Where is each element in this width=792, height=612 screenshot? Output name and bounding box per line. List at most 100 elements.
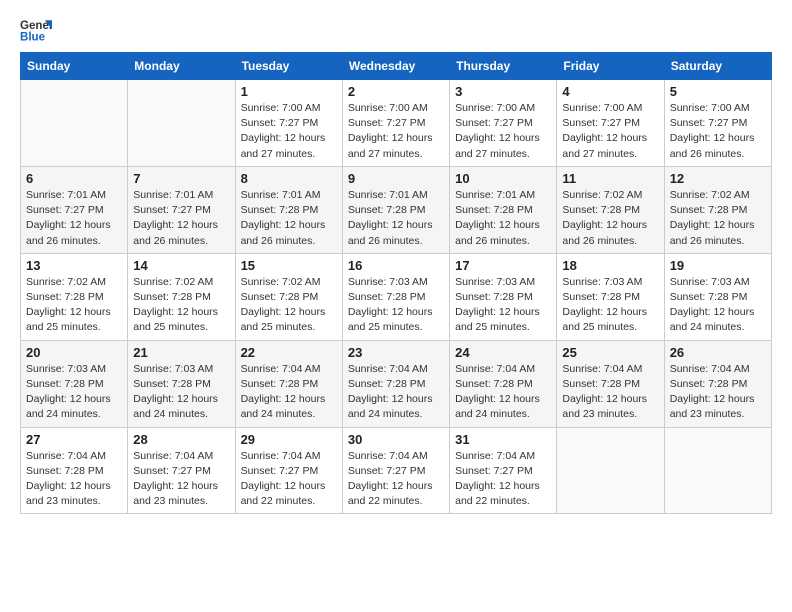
calendar-cell: 21 Sunrise: 7:03 AM Sunset: 7:28 PM Dayli… <box>128 340 235 427</box>
calendar-cell: 17 Sunrise: 7:03 AM Sunset: 7:28 PM Dayli… <box>450 253 557 340</box>
day-number: 22 <box>241 345 337 360</box>
day-info: Sunrise: 7:03 AM Sunset: 7:28 PM Dayligh… <box>562 275 658 336</box>
day-info: Sunrise: 7:04 AM Sunset: 7:27 PM Dayligh… <box>348 449 444 510</box>
logo-icon: General Blue <box>20 16 52 44</box>
calendar-cell: 22 Sunrise: 7:04 AM Sunset: 7:28 PM Dayli… <box>235 340 342 427</box>
day-info: Sunrise: 7:02 AM Sunset: 7:28 PM Dayligh… <box>241 275 337 336</box>
calendar-cell <box>21 80 128 167</box>
day-info: Sunrise: 7:03 AM Sunset: 7:28 PM Dayligh… <box>133 362 229 423</box>
day-info: Sunrise: 7:00 AM Sunset: 7:27 PM Dayligh… <box>348 101 444 162</box>
day-info: Sunrise: 7:04 AM Sunset: 7:28 PM Dayligh… <box>348 362 444 423</box>
day-info: Sunrise: 7:01 AM Sunset: 7:28 PM Dayligh… <box>241 188 337 249</box>
calendar-header-tuesday: Tuesday <box>235 53 342 80</box>
day-number: 25 <box>562 345 658 360</box>
day-number: 30 <box>348 432 444 447</box>
calendar-header-sunday: Sunday <box>21 53 128 80</box>
calendar-cell <box>128 80 235 167</box>
day-number: 21 <box>133 345 229 360</box>
day-number: 7 <box>133 171 229 186</box>
day-info: Sunrise: 7:04 AM Sunset: 7:28 PM Dayligh… <box>562 362 658 423</box>
calendar-cell: 2 Sunrise: 7:00 AM Sunset: 7:27 PM Daylig… <box>342 80 449 167</box>
day-info: Sunrise: 7:03 AM Sunset: 7:28 PM Dayligh… <box>670 275 766 336</box>
calendar-cell: 4 Sunrise: 7:00 AM Sunset: 7:27 PM Daylig… <box>557 80 664 167</box>
day-number: 8 <box>241 171 337 186</box>
day-info: Sunrise: 7:02 AM Sunset: 7:28 PM Dayligh… <box>26 275 122 336</box>
day-info: Sunrise: 7:02 AM Sunset: 7:28 PM Dayligh… <box>562 188 658 249</box>
calendar-cell <box>664 427 771 514</box>
day-number: 5 <box>670 84 766 99</box>
day-number: 20 <box>26 345 122 360</box>
calendar-cell: 25 Sunrise: 7:04 AM Sunset: 7:28 PM Dayli… <box>557 340 664 427</box>
calendar-cell: 28 Sunrise: 7:04 AM Sunset: 7:27 PM Dayli… <box>128 427 235 514</box>
calendar-cell: 3Sunrise: 7:00 AM Sunset: 7:27 PM Daylig… <box>450 80 557 167</box>
calendar-cell: 31 Sunrise: 7:04 AM Sunset: 7:27 PM Dayli… <box>450 427 557 514</box>
day-info: Sunrise: 7:02 AM Sunset: 7:28 PM Dayligh… <box>670 188 766 249</box>
calendar-cell: 30 Sunrise: 7:04 AM Sunset: 7:27 PM Dayli… <box>342 427 449 514</box>
calendar-cell: 18Sunrise: 7:03 AM Sunset: 7:28 PM Dayli… <box>557 253 664 340</box>
calendar-header-row: SundayMondayTuesdayWednesdayThursdayFrid… <box>21 53 772 80</box>
day-info: Sunrise: 7:04 AM Sunset: 7:28 PM Dayligh… <box>455 362 551 423</box>
day-info: Sunrise: 7:02 AM Sunset: 7:28 PM Dayligh… <box>133 275 229 336</box>
day-number: 16 <box>348 258 444 273</box>
day-info: Sunrise: 7:03 AM Sunset: 7:28 PM Dayligh… <box>455 275 551 336</box>
day-number: 29 <box>241 432 337 447</box>
calendar-week-row: 1 Sunrise: 7:00 AM Sunset: 7:27 PM Daylig… <box>21 80 772 167</box>
calendar-cell: 26 Sunrise: 7:04 AM Sunset: 7:28 PM Dayli… <box>664 340 771 427</box>
calendar-cell: 23Sunrise: 7:04 AM Sunset: 7:28 PM Dayli… <box>342 340 449 427</box>
calendar-cell: 7Sunrise: 7:01 AM Sunset: 7:27 PM Daylig… <box>128 166 235 253</box>
day-number: 1 <box>241 84 337 99</box>
day-number: 14 <box>133 258 229 273</box>
day-number: 17 <box>455 258 551 273</box>
day-number: 28 <box>133 432 229 447</box>
logo: General Blue <box>20 16 52 44</box>
calendar-week-row: 6 Sunrise: 7:01 AM Sunset: 7:27 PM Daylig… <box>21 166 772 253</box>
calendar-cell: 9 Sunrise: 7:01 AM Sunset: 7:28 PM Daylig… <box>342 166 449 253</box>
calendar-week-row: 13 Sunrise: 7:02 AM Sunset: 7:28 PM Dayli… <box>21 253 772 340</box>
calendar-header-friday: Friday <box>557 53 664 80</box>
day-info: Sunrise: 7:00 AM Sunset: 7:27 PM Dayligh… <box>562 101 658 162</box>
calendar-cell: 19 Sunrise: 7:03 AM Sunset: 7:28 PM Dayli… <box>664 253 771 340</box>
day-number: 12 <box>670 171 766 186</box>
day-number: 4 <box>562 84 658 99</box>
day-info: Sunrise: 7:04 AM Sunset: 7:27 PM Dayligh… <box>133 449 229 510</box>
page-header: General Blue <box>20 16 772 44</box>
calendar-header-wednesday: Wednesday <box>342 53 449 80</box>
day-info: Sunrise: 7:01 AM Sunset: 7:27 PM Dayligh… <box>26 188 122 249</box>
day-number: 13 <box>26 258 122 273</box>
day-number: 24 <box>455 345 551 360</box>
calendar-cell: 13 Sunrise: 7:02 AM Sunset: 7:28 PM Dayli… <box>21 253 128 340</box>
day-info: Sunrise: 7:04 AM Sunset: 7:28 PM Dayligh… <box>670 362 766 423</box>
day-number: 10 <box>455 171 551 186</box>
calendar-cell: 14 Sunrise: 7:02 AM Sunset: 7:28 PM Dayli… <box>128 253 235 340</box>
calendar-cell: 6 Sunrise: 7:01 AM Sunset: 7:27 PM Daylig… <box>21 166 128 253</box>
calendar-week-row: 20 Sunrise: 7:03 AM Sunset: 7:28 PM Dayli… <box>21 340 772 427</box>
day-number: 26 <box>670 345 766 360</box>
day-info: Sunrise: 7:00 AM Sunset: 7:27 PM Dayligh… <box>455 101 551 162</box>
day-number: 2 <box>348 84 444 99</box>
day-info: Sunrise: 7:03 AM Sunset: 7:28 PM Dayligh… <box>348 275 444 336</box>
calendar-cell: 27Sunrise: 7:04 AM Sunset: 7:28 PM Dayli… <box>21 427 128 514</box>
day-info: Sunrise: 7:04 AM Sunset: 7:27 PM Dayligh… <box>455 449 551 510</box>
calendar-header-saturday: Saturday <box>664 53 771 80</box>
day-number: 27 <box>26 432 122 447</box>
svg-text:Blue: Blue <box>20 32 46 44</box>
day-number: 31 <box>455 432 551 447</box>
calendar-cell: 8 Sunrise: 7:01 AM Sunset: 7:28 PM Daylig… <box>235 166 342 253</box>
calendar-cell: 24 Sunrise: 7:04 AM Sunset: 7:28 PM Dayli… <box>450 340 557 427</box>
day-info: Sunrise: 7:00 AM Sunset: 7:27 PM Dayligh… <box>241 101 337 162</box>
day-number: 6 <box>26 171 122 186</box>
calendar-cell: 20Sunrise: 7:03 AM Sunset: 7:28 PM Dayli… <box>21 340 128 427</box>
calendar-cell: 10 Sunrise: 7:01 AM Sunset: 7:28 PM Dayli… <box>450 166 557 253</box>
day-info: Sunrise: 7:01 AM Sunset: 7:28 PM Dayligh… <box>348 188 444 249</box>
calendar-cell: 29 Sunrise: 7:04 AM Sunset: 7:27 PM Dayli… <box>235 427 342 514</box>
day-number: 11 <box>562 171 658 186</box>
day-number: 19 <box>670 258 766 273</box>
calendar-cell: 11 Sunrise: 7:02 AM Sunset: 7:28 PM Dayli… <box>557 166 664 253</box>
day-info: Sunrise: 7:04 AM Sunset: 7:28 PM Dayligh… <box>241 362 337 423</box>
day-number: 9 <box>348 171 444 186</box>
day-info: Sunrise: 7:04 AM Sunset: 7:27 PM Dayligh… <box>241 449 337 510</box>
calendar-cell: 15Sunrise: 7:02 AM Sunset: 7:28 PM Dayli… <box>235 253 342 340</box>
calendar-table: SundayMondayTuesdayWednesdayThursdayFrid… <box>20 52 772 514</box>
day-info: Sunrise: 7:01 AM Sunset: 7:28 PM Dayligh… <box>455 188 551 249</box>
calendar-cell: 1 Sunrise: 7:00 AM Sunset: 7:27 PM Daylig… <box>235 80 342 167</box>
